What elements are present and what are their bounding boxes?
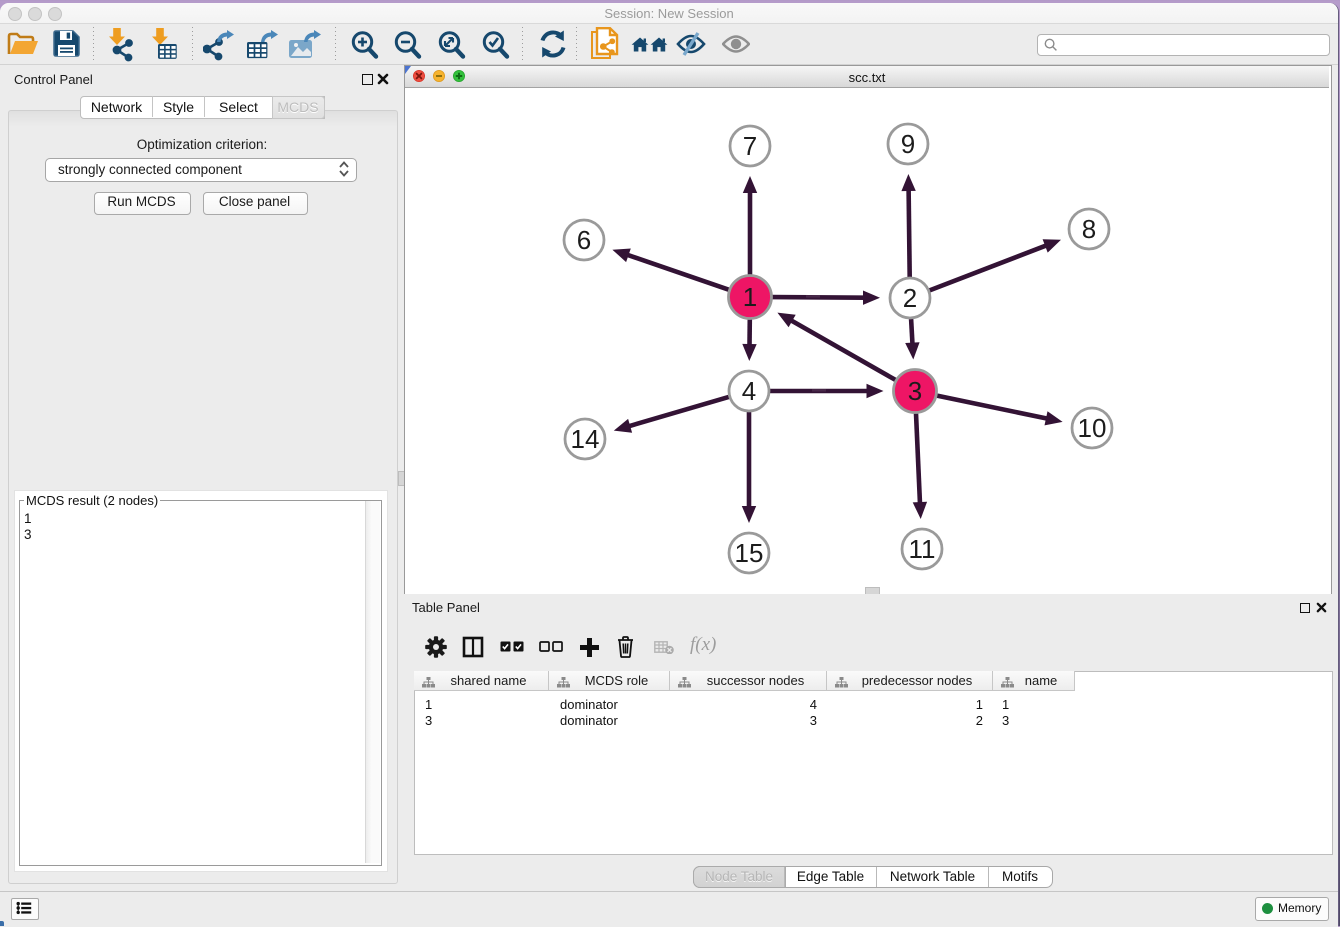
svg-text:1: 1 — [743, 282, 757, 312]
svg-text:4: 4 — [742, 376, 756, 406]
svg-text:7: 7 — [743, 131, 757, 161]
svg-text:3: 3 — [908, 376, 922, 406]
svg-text:9: 9 — [901, 129, 915, 159]
svg-text:2: 2 — [903, 283, 917, 313]
svg-text:14: 14 — [571, 424, 600, 454]
svg-text:10: 10 — [1078, 413, 1107, 443]
svg-text:11: 11 — [909, 534, 936, 564]
svg-text:8: 8 — [1082, 214, 1096, 244]
svg-text:6: 6 — [577, 225, 591, 255]
svg-text:15: 15 — [735, 538, 764, 568]
